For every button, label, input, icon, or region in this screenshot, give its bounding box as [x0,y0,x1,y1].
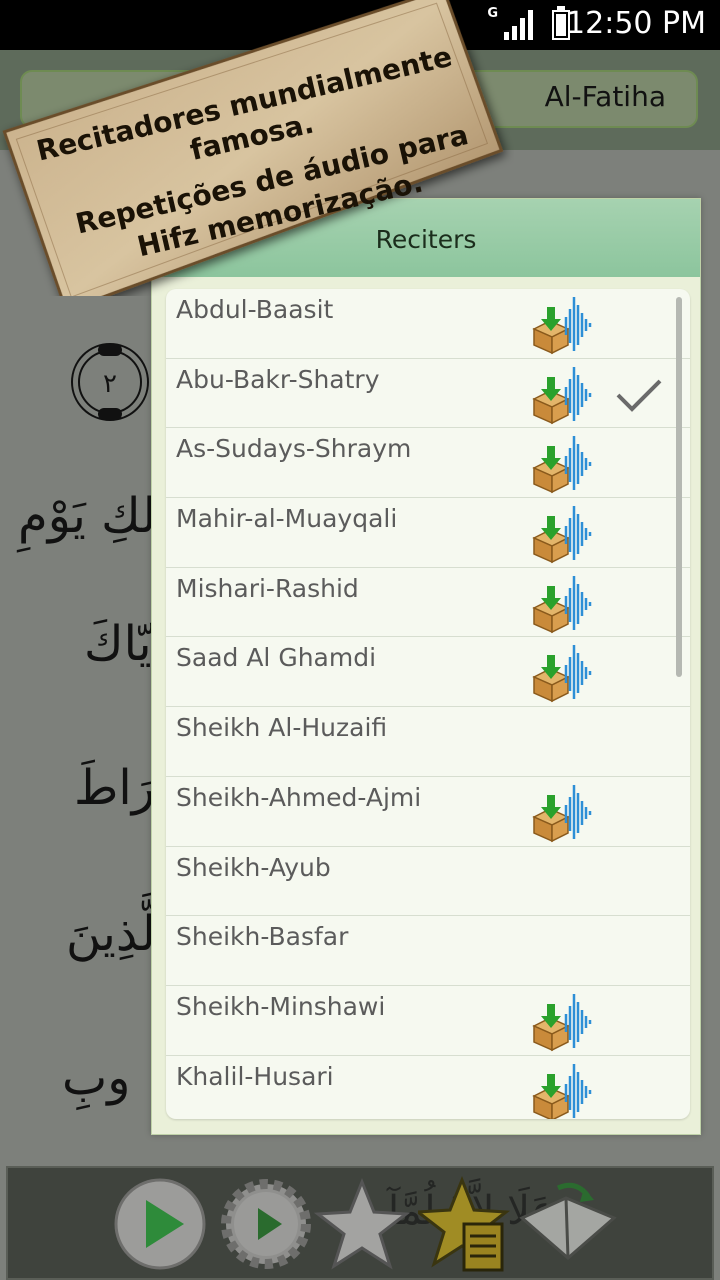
download-audio-icon[interactable] [530,295,594,355]
ayah-number: ٢ [103,369,117,399]
open-book-icon[interactable] [518,1178,618,1268]
reciters-dialog: Reciters Abdul-Baasit Abu-Bakr-Shatry As-S… [151,198,701,1135]
quran-line: لكِ يَوْمِ [18,488,157,544]
reciter-row[interactable]: Saad Al Ghamdi [166,637,690,708]
reciter-row[interactable]: Sheikh-Basfar [166,916,690,986]
play-icon[interactable] [112,1176,208,1272]
reciter-row[interactable]: Sheikh Al-Huzaifi [166,707,690,777]
reciter-row[interactable]: Sheikh-Ayub [166,847,690,917]
reciter-name: Sheikh Al-Huzaifi [176,713,388,743]
reciter-row[interactable]: Abdul-Baasit [166,289,690,359]
reciter-row[interactable]: Khalil-Husari [166,1056,690,1119]
reciter-row[interactable]: Mishari-Rashid [166,568,690,638]
download-audio-icon[interactable] [530,1062,594,1119]
reciter-name: As-Sudays-Shraym [176,434,412,464]
download-audio-icon[interactable] [530,365,594,425]
reciter-name: Abdul-Baasit [176,295,334,324]
reciter-row[interactable]: As-Sudays-Shraym [166,428,690,499]
reciter-list[interactable]: Abdul-Baasit Abu-Bakr-Shatry As-Sudays-Shr… [166,289,690,1119]
reciter-name: Sheikh-Ahmed-Ajmi [176,782,422,812]
ayah-marker-icon: ٢ [71,343,149,421]
reciter-name: Mishari-Rashid [176,573,359,603]
reciter-row[interactable]: Abu-Bakr-Shatry [166,359,690,429]
bookmarks-list-icon[interactable] [418,1176,514,1276]
promo-banner: Recitadores mundialmente famosa. Repetiç… [0,0,514,296]
reciter-row[interactable]: Sheikh-Minshawi [166,986,690,1056]
bottom-toolbar: عَلَا لاَّٱ لُمَّآ [6,1166,714,1280]
play-settings-icon[interactable] [218,1176,314,1272]
download-audio-icon[interactable] [530,434,594,494]
reciter-name: Khalil-Husari [176,1061,334,1091]
quran-line: لَّذِينَ [66,906,156,962]
quran-line: وبِ [62,1050,131,1106]
reciter-row[interactable]: Sheikh-Ahmed-Ajmi [166,777,690,847]
reciter-name: Abu-Bakr-Shatry [176,364,380,394]
reciter-row[interactable]: Mahir-al-Muayqali [166,498,690,568]
download-audio-icon[interactable] [530,643,594,703]
reciter-name: Sheikh-Basfar [176,922,349,952]
quran-line: يّاكَ [84,616,152,672]
download-audio-icon[interactable] [530,992,594,1052]
reciter-name: Saad Al Ghamdi [176,643,377,673]
star-outline-icon[interactable] [314,1176,410,1272]
quran-line: رَاطَ [74,760,155,816]
clock: 12:50 PM [566,6,706,41]
selected-check-icon [616,379,662,412]
reciter-name: Sheikh-Minshawi [176,991,386,1021]
download-audio-icon[interactable] [530,783,594,843]
download-audio-icon[interactable] [530,574,594,634]
scrollbar[interactable] [676,297,682,677]
surah-name[interactable]: Al-Fatiha [545,80,666,113]
reciter-name: Sheikh-Ayub [176,852,331,882]
reciter-name: Mahir-al-Muayqali [176,504,398,534]
download-audio-icon[interactable] [530,504,594,564]
